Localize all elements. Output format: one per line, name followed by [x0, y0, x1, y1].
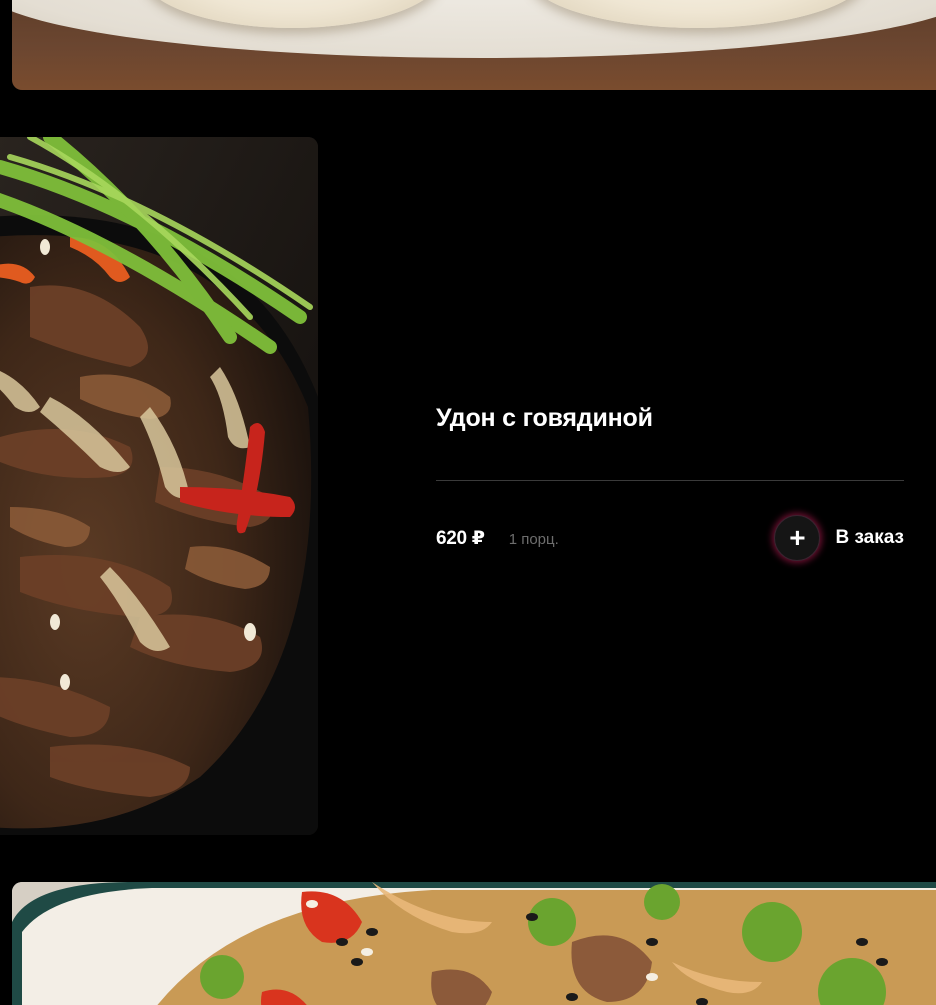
dish-info: Удон с говядиной 620 ₽ 1 порц. + В заказ	[436, 400, 904, 561]
previous-dish-image[interactable]	[12, 0, 936, 90]
price: 620 ₽	[436, 527, 485, 549]
dish-title: Удон с говядиной	[436, 404, 653, 432]
add-to-order-label[interactable]: В заказ	[835, 527, 904, 549]
dish-image[interactable]	[0, 137, 318, 835]
menu-page: Удон с говядиной 620 ₽ 1 порц. + В заказ	[0, 0, 936, 1005]
udon-photo	[0, 137, 318, 835]
next-dish-image[interactable]	[12, 882, 936, 1005]
divider	[436, 480, 904, 481]
price-group: 620 ₽ 1 порц.	[436, 527, 559, 550]
plus-icon[interactable]: +	[774, 515, 821, 561]
portion-size: 1 порц.	[508, 530, 559, 548]
add-to-order-button[interactable]: + В заказ	[774, 515, 904, 561]
wok-photo	[12, 882, 936, 1005]
order-row: 620 ₽ 1 порц. + В заказ	[436, 515, 904, 561]
